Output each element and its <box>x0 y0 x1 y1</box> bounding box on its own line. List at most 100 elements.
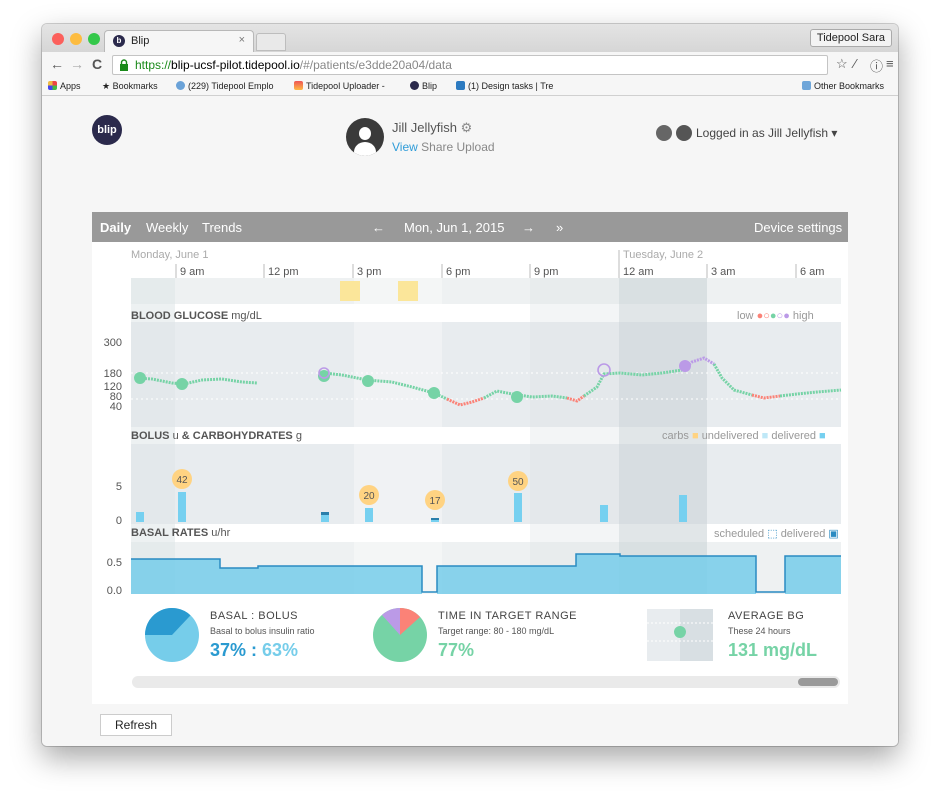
avg-bg-value: 131 mg/dL <box>728 640 818 660</box>
lock-icon <box>120 59 128 71</box>
browser-toolbar: ← → C https://blip-ucsf-pilot.tidepool.i… <box>42 52 898 78</box>
login-menu[interactable]: Logged in as Jill Jellyfish ▾ <box>656 125 837 141</box>
bookmark-bookmarks[interactable]: ★ Bookmarks <box>102 81 158 92</box>
back-arrow-icon[interactable]: ← <box>50 56 64 72</box>
notes-lane <box>131 278 841 304</box>
basal-tick-0.5: 0.5 <box>107 557 122 569</box>
blip-bookmark-icon <box>410 81 419 90</box>
bolus-tick-5: 5 <box>116 481 122 493</box>
basal-bolus-value: 37% : 63% <box>210 640 299 660</box>
note-icon[interactable] <box>340 281 360 301</box>
bolus-bar[interactable] <box>600 505 608 522</box>
smbg-point[interactable] <box>428 387 440 399</box>
prev-day-button[interactable]: ← <box>372 220 385 235</box>
address-bar[interactable]: https://blip-ucsf-pilot.tidepool.io/#/pa… <box>112 55 828 75</box>
bg-legend: low ●○●○● high <box>737 310 814 322</box>
menu-icon[interactable]: ≡ <box>886 56 894 71</box>
close-window-button[interactable] <box>52 33 64 45</box>
bookmark-tidepool-uploader[interactable]: Tidepool Uploader - <box>294 81 385 91</box>
tick-label-6pm: 6 pm <box>446 266 470 278</box>
legend-high-label: high <box>792 310 814 322</box>
bookmark-apps[interactable]: Apps <box>48 81 81 91</box>
eyedropper-icon[interactable]: ⁄ <box>854 56 856 71</box>
tab-trends[interactable]: Trends <box>202 220 242 235</box>
carb-label: 50 <box>512 477 524 488</box>
note-icon[interactable] <box>398 281 418 301</box>
smbg-point[interactable] <box>176 378 188 390</box>
bolus-override <box>321 512 329 515</box>
bookmark-blip[interactable]: Blip <box>410 81 437 91</box>
bolus-bar[interactable] <box>365 508 373 522</box>
caret-down-icon: ▾ <box>831 126 838 140</box>
patient-name-row: Jill Jellyfish ⚙ <box>392 120 472 136</box>
bolus-bar[interactable] <box>514 493 522 522</box>
minimize-window-button[interactable] <box>70 33 82 45</box>
zoom-window-button[interactable] <box>88 33 100 45</box>
url-scheme: https:// <box>135 58 172 72</box>
tick-label-12pm: 12 pm <box>268 266 299 278</box>
scrollbar-thumb[interactable] <box>798 678 838 686</box>
avg-bg-title: AVERAGE BG <box>728 610 805 622</box>
blip-favicon-icon: b <box>113 35 125 47</box>
profile-button[interactable]: Tidepool Sara <box>809 29 892 47</box>
bg-section-title: BLOOD GLUCOSE mg/dL <box>131 310 262 322</box>
basal-tick-0.0: 0.0 <box>107 585 122 597</box>
share-link[interactable]: Share <box>421 140 453 154</box>
bolus-bar[interactable] <box>679 495 687 522</box>
basal-y-axis: 0.5 0.0 <box>107 557 122 597</box>
target-dot-icon: ● <box>769 310 777 322</box>
legend-delivered-label: delivered <box>771 430 816 442</box>
tick-label-9pm: 9 pm <box>534 266 558 278</box>
bookmark-star-icon[interactable]: ☆ <box>836 56 848 72</box>
info-icon[interactable]: ⓘ <box>870 56 883 75</box>
patient-avatar <box>346 118 384 156</box>
smbg-point[interactable] <box>511 391 523 403</box>
most-recent-button[interactable]: » <box>556 220 563 235</box>
blip-logo[interactable]: blip <box>92 115 122 145</box>
tick-label-9am: 9 am <box>180 266 204 278</box>
url-path: /#/patients/e3dde20a04/data <box>299 58 452 72</box>
browser-tab[interactable]: b Blip × <box>104 30 254 52</box>
upload-link[interactable]: Upload <box>457 140 495 154</box>
bookmark-design-tasks[interactable]: (1) Design tasks | Tre <box>456 81 553 91</box>
new-tab-button[interactable] <box>256 33 286 51</box>
basal-bolus-sub: Basal to bolus insulin ratio <box>210 626 315 636</box>
scheduled-swatch-icon: ⬚ <box>767 528 778 540</box>
care-team-icon[interactable] <box>656 125 672 141</box>
next-day-button[interactable]: → <box>522 220 535 235</box>
forward-arrow-icon[interactable]: → <box>70 56 84 72</box>
carb-label: 42 <box>176 475 188 486</box>
tab-weekly[interactable]: Weekly <box>146 220 188 235</box>
day2-label: Tuesday, June 2 <box>623 249 703 261</box>
refresh-button[interactable]: Refresh <box>100 714 172 736</box>
time-in-range-pie <box>373 608 427 662</box>
reload-icon[interactable]: C <box>92 56 102 72</box>
tir-title: TIME IN TARGET RANGE <box>438 610 577 622</box>
bookmark-tidepool-emplo[interactable]: (229) Tidepool Emplo <box>176 81 274 91</box>
time-axis: Monday, June 1 Tuesday, June 2 9 am 12 p… <box>131 249 824 278</box>
basal-segment <box>785 556 841 594</box>
smbg-point[interactable] <box>134 372 146 384</box>
bolus-bar[interactable] <box>178 492 186 522</box>
very-high-dot-icon: ● <box>783 310 790 322</box>
device-settings-link[interactable]: Device settings <box>754 220 842 235</box>
tick-label-12am: 12 am <box>623 266 654 278</box>
tab-daily[interactable]: Daily <box>100 220 131 235</box>
tick-label-3pm: 3 pm <box>357 266 381 278</box>
url-host: blip-ucsf-pilot.tidepool.io <box>171 58 300 72</box>
blip-page: blip Jill Jellyfish ⚙ View Share Upload … <box>42 96 898 746</box>
bg-tick-40: 40 <box>110 401 122 413</box>
smbg-high-point[interactable] <box>679 360 691 372</box>
chart-scrollbar[interactable] <box>132 676 840 688</box>
daily-chart-panel: Monday, June 1 Tuesday, June 2 9 am 12 p… <box>92 242 848 704</box>
gear-icon[interactable]: ⚙ <box>461 120 473 135</box>
bolus-bar[interactable] <box>136 512 144 522</box>
view-link[interactable]: View <box>392 140 418 154</box>
bookmark-other[interactable]: Other Bookmarks <box>802 81 884 91</box>
tab-close-icon[interactable]: × <box>239 34 245 46</box>
logged-in-label: Logged in as Jill Jellyfish <box>696 126 829 140</box>
carb-label: 17 <box>429 496 441 507</box>
legend-carbs-label: carbs <box>662 430 689 442</box>
basal-bolus-pie <box>145 608 199 662</box>
smbg-point[interactable] <box>362 375 374 387</box>
